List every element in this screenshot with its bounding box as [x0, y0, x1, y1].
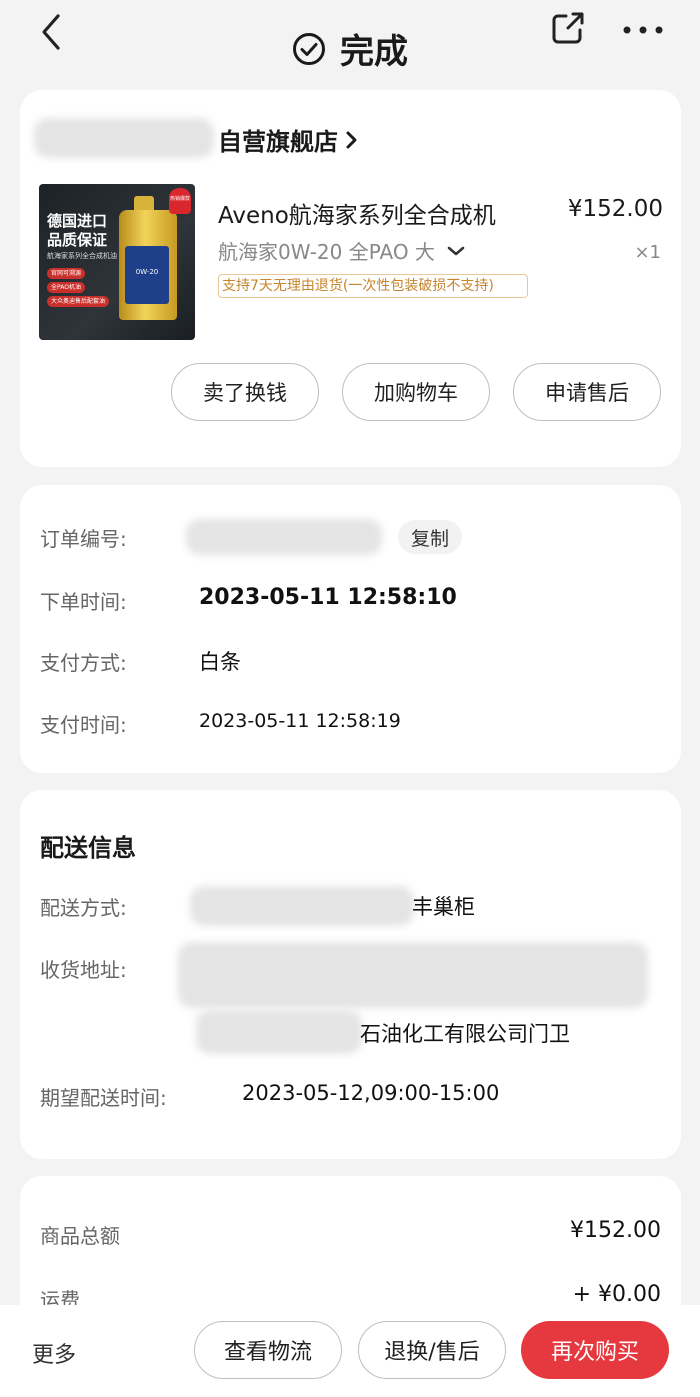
- shipping-fee-value: + ¥0.00: [572, 1282, 661, 1307]
- shop-name: 自营旗舰店: [218, 128, 338, 156]
- delivery-method-value: 丰巢柜: [412, 895, 475, 919]
- order-number-redacted: [186, 519, 382, 555]
- product-spec-selector[interactable]: 航海家0W-20 全PAO 大: [218, 236, 465, 265]
- payment-method-label: 支付方式:: [40, 651, 127, 675]
- buy-again-button[interactable]: 再次购买: [521, 1321, 669, 1379]
- return-exchange-button[interactable]: 退换/售后: [358, 1321, 506, 1379]
- payment-time-label: 支付时间:: [40, 713, 127, 737]
- product-image[interactable]: 德国进口 品质保证 航海家系列全合成机油 官网可溯源 全PAO机油 大众奥迪售后…: [39, 184, 195, 340]
- product-image-subtitle: 航海家系列全合成机油: [47, 252, 117, 260]
- delivery-info-card: 配送信息 配送方式: 丰巢柜 收货地址: 石油化工有限公司门卫 期望配送时间: …: [20, 790, 681, 1159]
- check-circle-icon: [293, 32, 325, 65]
- bottle-label: 0W-20: [125, 246, 169, 304]
- hot-sale-badge: 热销爆款: [169, 188, 191, 214]
- product-quantity: ×1: [634, 242, 661, 263]
- return-policy-badge: 支持7天无理由退货(一次性包装破损不支持): [218, 274, 528, 298]
- shop-link[interactable]: 自营旗舰店: [218, 122, 358, 157]
- view-logistics-button[interactable]: 查看物流: [194, 1321, 342, 1379]
- product-name[interactable]: Aveno航海家系列全合成机: [218, 196, 496, 230]
- delivery-section-title: 配送信息: [40, 834, 136, 862]
- more-options-icon[interactable]: [622, 24, 664, 36]
- product-image-tag: 大众奥迪售后配套油: [47, 296, 110, 307]
- page-title: 完成: [340, 32, 408, 72]
- payment-time-value: 2023-05-11 12:58:19: [199, 710, 401, 732]
- copy-order-number-button[interactable]: 复制: [398, 520, 462, 554]
- product-image-headline: 德国进口 品质保证: [47, 212, 108, 249]
- order-time-value: 2023-05-11 12:58:10: [199, 585, 457, 610]
- total-amount-value: ¥152.00: [570, 1218, 661, 1243]
- product-card: 自营旗舰店 德国进口 品质保证 航海家系列全合成机油 官网可溯源 全PAO机油 …: [20, 90, 681, 467]
- chevron-right-icon: [346, 131, 357, 148]
- payment-method-value: 白条: [199, 650, 241, 674]
- apply-after-sales-button[interactable]: 申请售后: [513, 363, 661, 421]
- order-info-card: 订单编号: 复制 下单时间: 2023-05-11 12:58:10 支付方式:…: [20, 485, 681, 773]
- address-line2-redacted: [196, 1010, 362, 1054]
- product-price: ¥152.00: [567, 196, 663, 222]
- top-nav-bar: 完成: [0, 0, 700, 82]
- delivery-method-label: 配送方式:: [40, 896, 127, 920]
- address-line1-redacted: [178, 942, 648, 1008]
- add-to-cart-button[interactable]: 加购物车: [342, 363, 490, 421]
- page-title-area: 完成: [0, 24, 700, 73]
- address-value: 石油化工有限公司门卫: [360, 1022, 570, 1046]
- sell-button[interactable]: 卖了换钱: [171, 363, 319, 421]
- share-icon[interactable]: [550, 10, 586, 46]
- bottom-action-bar: 更多 查看物流 退换/售后 再次购买: [0, 1305, 700, 1397]
- expected-delivery-value: 2023-05-12,09:00-15:00: [242, 1081, 500, 1105]
- product-image-tag: 全PAO机油: [47, 282, 85, 293]
- product-spec: 航海家0W-20 全PAO 大: [218, 240, 435, 264]
- order-number-label: 订单编号:: [40, 527, 127, 551]
- more-button[interactable]: 更多: [32, 1337, 76, 1369]
- delivery-method-redacted: [190, 886, 414, 926]
- order-time-label: 下单时间:: [40, 590, 127, 614]
- product-image-tag: 官网可溯源: [47, 268, 86, 279]
- address-label: 收货地址:: [40, 958, 127, 982]
- expected-delivery-label: 期望配送时间:: [40, 1086, 167, 1110]
- shop-name-redacted: [34, 118, 214, 158]
- total-amount-label: 商品总额: [40, 1224, 120, 1248]
- chevron-down-icon: [447, 246, 465, 255]
